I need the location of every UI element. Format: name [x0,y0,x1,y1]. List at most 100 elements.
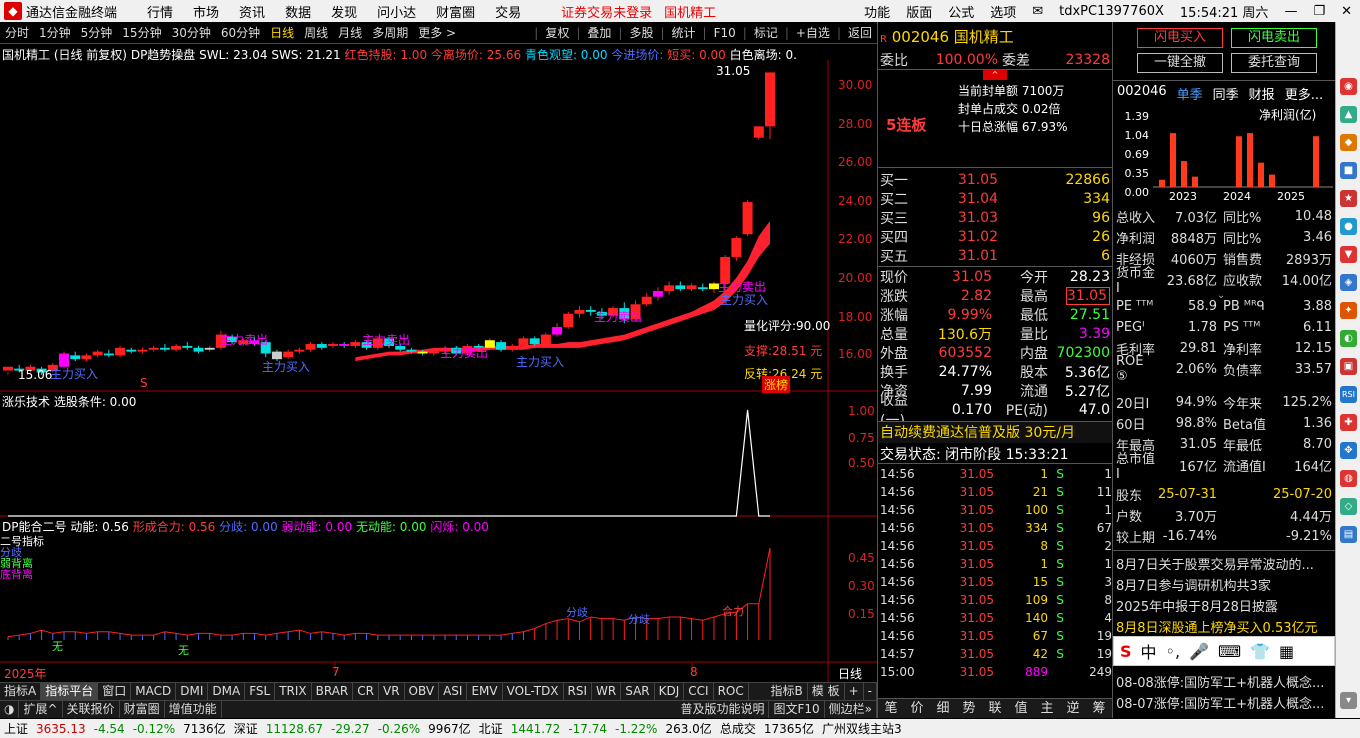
quote-footer-tab[interactable]: 逆 [1060,699,1086,718]
tab-chuangkou[interactable]: 窗口 [98,683,132,700]
scroll-down-icon[interactable]: ▾ [1340,692,1357,709]
tab-add[interactable]: + [845,683,864,700]
sidebar-icon[interactable]: ◆ [1340,134,1357,151]
period-monthly[interactable]: 月线 [333,24,367,41]
tool-add-watchlist[interactable]: +自选 [791,24,835,41]
menu-shichang[interactable]: 市场 [183,2,229,21]
menu-hangqing[interactable]: 行情 [137,2,183,21]
minimize-icon[interactable]: — [1276,4,1305,19]
tab-f10[interactable]: 图文F10 [769,701,825,718]
ime-shirt-icon[interactable]: 👕 [1250,642,1270,661]
period-30min[interactable]: 30分钟 [167,24,216,41]
fin-tab-same[interactable]: 同季 [1213,84,1239,103]
tab-vr[interactable]: VR [379,683,405,700]
tab-vol-tdx[interactable]: VOL-TDX [503,683,564,700]
sidebar-rsi-icon[interactable]: RSI [1340,386,1357,403]
tab-sidebar[interactable]: 侧边栏» [825,701,877,718]
quote-footer-tab[interactable]: 势 [956,699,982,718]
sidebar-icon[interactable]: ◉ [1340,78,1357,95]
tool-back[interactable]: 返回 [843,24,877,41]
tool-biaoji[interactable]: 标记 [749,24,783,41]
tab-zhibiao-a[interactable]: 指标A [0,683,42,700]
ime-mic-icon[interactable]: 🎤 [1189,642,1209,661]
ime-toolbar[interactable]: S 中 ◦, 🎤 ⌨ 👕 ▦ [1113,636,1335,666]
period-15min[interactable]: 15分钟 [117,24,166,41]
expand-arrow-icon[interactable]: ⌄ [1217,290,1225,301]
tab-dma[interactable]: DMA [208,683,246,700]
tab-dmi[interactable]: DMI [176,683,209,700]
tab-brar[interactable]: BRAR [312,683,354,700]
sidebar-icon[interactable]: ◇ [1340,498,1357,515]
restore-icon[interactable]: ❐ [1305,4,1333,19]
quote-footer-tab[interactable]: 筹 [1086,699,1112,718]
menu-caifuquan[interactable]: 财富圈 [426,2,485,21]
fin-tab-more[interactable]: 更多... [1285,84,1323,103]
sidebar-icon[interactable]: ◐ [1340,330,1357,347]
quote-footer-tab[interactable]: 细 [930,699,956,718]
menu-wenxiaoda[interactable]: 问小达 [367,2,426,21]
tab-sar[interactable]: SAR [621,683,655,700]
quote-footer-tab[interactable]: 主 [1034,699,1060,718]
tool-f10[interactable]: F10 [709,26,741,40]
tab-roc[interactable]: ROC [714,683,749,700]
quote-footer-tab[interactable]: 值 [1008,699,1034,718]
quote-footer-tab[interactable]: 联 [982,699,1008,718]
period-1min[interactable]: 1分钟 [34,24,76,41]
news-item[interactable]: 8月8日深股通上榜净买入0.53亿元 [1116,617,1334,636]
sidebar-icon[interactable]: ◈ [1340,274,1357,291]
menu-jiaoyi[interactable]: 交易 [485,2,531,21]
tab-asi[interactable]: ASI [439,683,468,700]
ad-banner[interactable]: 自动续费通达信普及版 30元/月 [878,421,1112,443]
login-warning[interactable]: 证券交易未登录 [531,2,658,21]
menu-xuanxiang[interactable]: 选项 [982,2,1024,21]
sidebar-icon[interactable]: ▤ [1340,526,1357,543]
fin-tab-report[interactable]: 财报 [1249,84,1275,103]
ime-chinese[interactable]: 中 [1141,639,1157,663]
tab-template[interactable]: 模 板 [808,683,845,700]
menu-banmian[interactable]: 版面 [898,2,940,21]
tab-fsl[interactable]: FSL [245,683,276,700]
tab-caifuquan[interactable]: 财富圈 [120,701,165,718]
period-weekly[interactable]: 周线 [299,24,333,41]
tab-rsi[interactable]: RSI [564,683,593,700]
mail-icon[interactable]: ✉ [1024,4,1051,19]
tab-value-added[interactable]: 增值功能 [165,701,222,718]
toggle-switch-icon[interactable]: ◑ [0,701,20,718]
sidebar-icon[interactable]: ★ [1340,190,1357,207]
tool-fuquan[interactable]: 复权 [540,24,574,41]
tab-cr[interactable]: CR [353,683,379,700]
tool-diejia[interactable]: 叠加 [582,24,616,41]
menu-gongshi[interactable]: 公式 [940,2,982,21]
fin-tab-quarter[interactable]: 单季 [1177,84,1203,103]
tab-zhibiao-b[interactable]: 指标B [767,683,808,700]
news-item[interactable]: 8月7日参与调研机构共3家 [1116,575,1334,594]
tab-edition-info[interactable]: 普及版功能说明 [676,701,770,718]
ime-punct[interactable]: ◦, [1166,642,1181,661]
ime-grid-icon[interactable]: ▦ [1279,642,1294,661]
sidebar-icon[interactable]: ■ [1340,162,1357,179]
period-multi[interactable]: 多周期 [367,24,413,41]
sidebar-icon[interactable]: ✚ [1340,414,1357,431]
period-5min[interactable]: 5分钟 [76,24,118,41]
period-fenshi[interactable]: 分时 [0,24,34,41]
sidebar-icon[interactable]: ▲ [1340,106,1357,123]
period-daily[interactable]: 日线 [265,24,299,41]
sidebar-icon[interactable]: ✦ [1340,302,1357,319]
sidebar-icon[interactable]: ▣ [1340,358,1357,375]
flash-buy-button[interactable]: 闪电买入 [1137,28,1223,48]
period-60min[interactable]: 60分钟 [216,24,265,41]
tab-emv[interactable]: EMV [467,683,503,700]
move-icon[interactable]: ✥ [1340,442,1357,459]
tab-expand[interactable]: 扩展^ [19,701,63,718]
tab-obv[interactable]: OBV [405,683,440,700]
tab-zhibiao-pingtai[interactable]: 指标平台 [41,683,99,700]
tool-duogu[interactable]: 多股 [624,24,658,41]
news-item[interactable]: 08-07涨停:国防军工+机器人概念... [1116,693,1334,712]
tab-wr[interactable]: WR [592,683,622,700]
collapse-icon[interactable]: ^ [983,70,1007,80]
cancel-all-button[interactable]: 一键全撤 [1137,53,1223,73]
quote-footer-tab[interactable]: 价 [904,699,930,718]
tab-trix[interactable]: TRIX [275,683,312,700]
ime-keyboard-icon[interactable]: ⌨ [1218,642,1241,661]
menu-shuju[interactable]: 数据 [275,2,321,21]
